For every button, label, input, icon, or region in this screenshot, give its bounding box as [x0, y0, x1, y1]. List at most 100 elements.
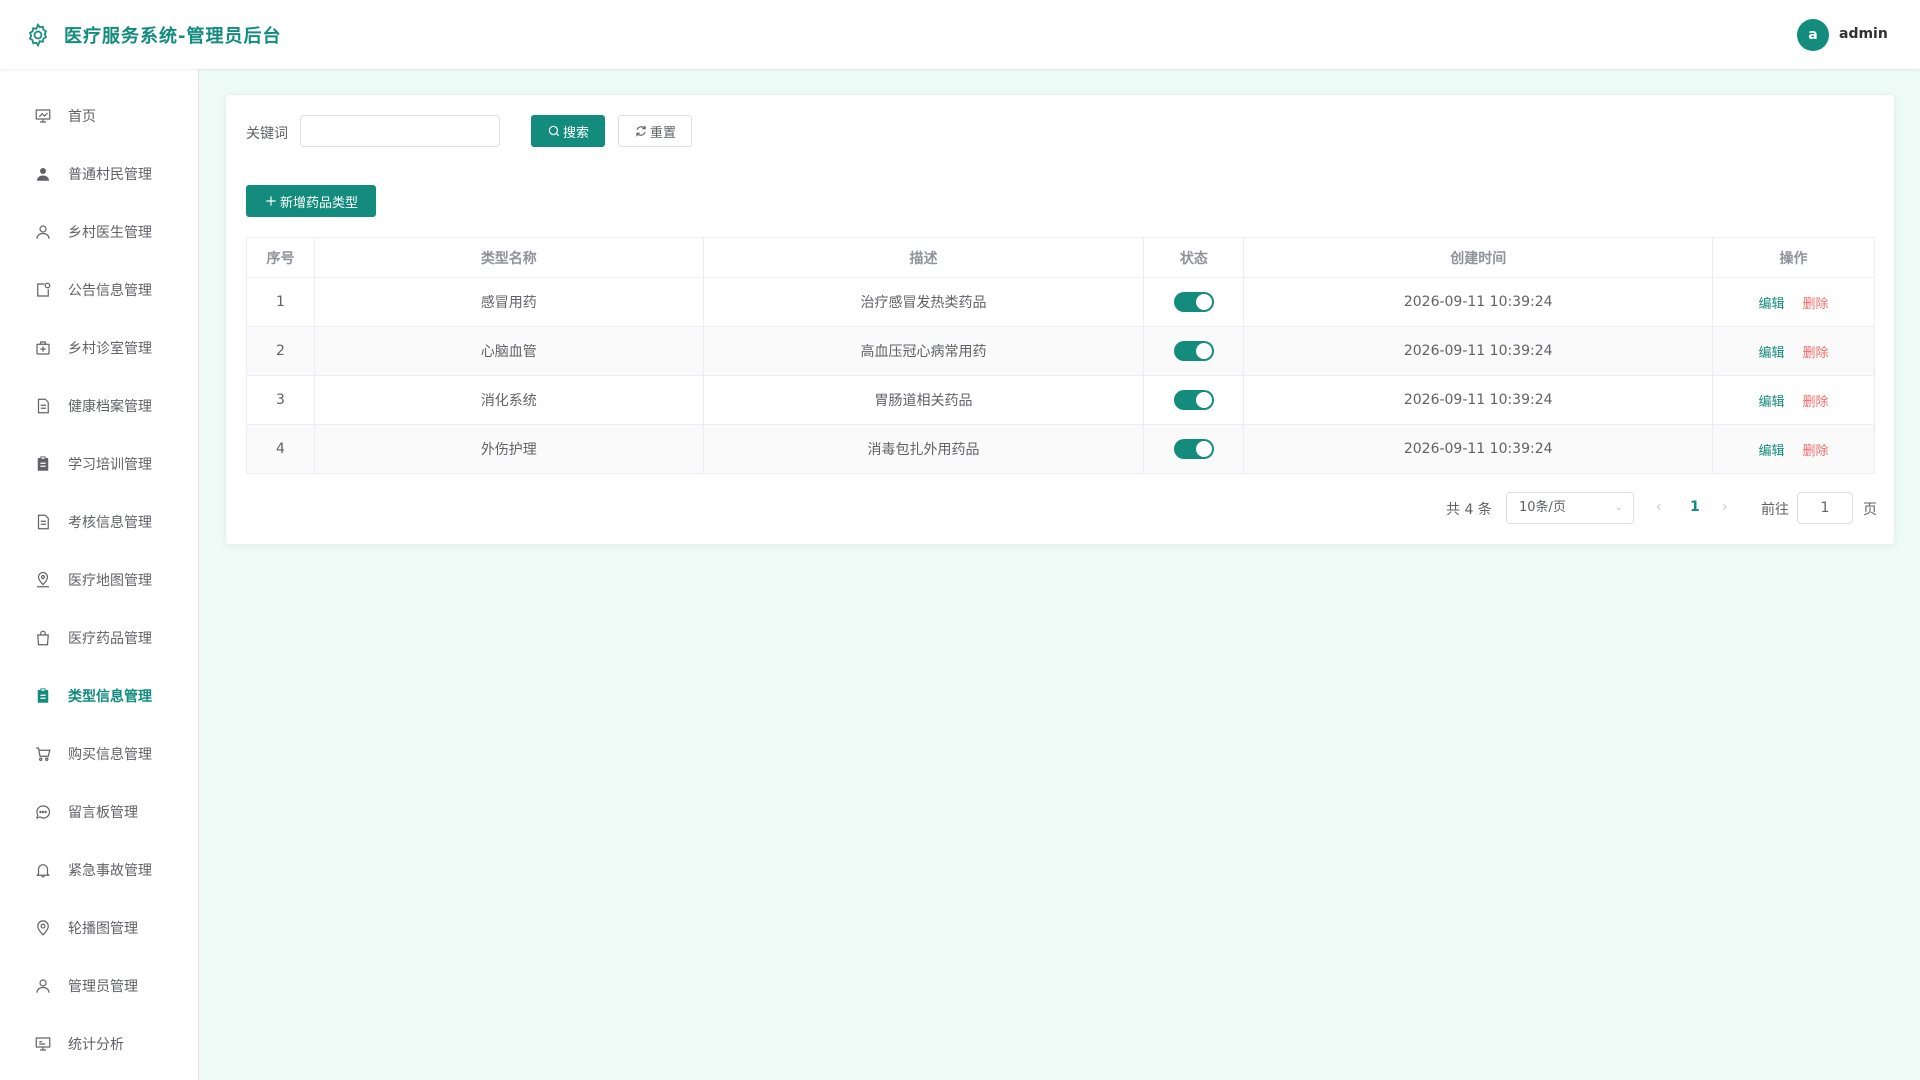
sidebar-item-purchases[interactable]: 购买信息管理 [0, 732, 199, 776]
delete-link[interactable]: 删除 [1803, 346, 1829, 361]
sidebar-item-medical-map[interactable]: 医疗地图管理 [0, 558, 199, 602]
column-header-created: 创建时间 [1243, 237, 1714, 278]
sidebar-item-clinics[interactable]: 乡村诊室管理 [0, 326, 199, 370]
document-icon [37, 514, 49, 530]
sidebar-item-carousel[interactable]: 轮播图管理 [0, 906, 199, 950]
status-toggle[interactable] [1173, 292, 1214, 312]
sidebar-item-label: 轮播图管理 [68, 921, 138, 937]
cell-description: 消毒包扎外用药品 [702, 424, 1145, 474]
sidebar-item-label: 类型信息管理 [68, 689, 152, 705]
sidebar-item-types[interactable]: 类型信息管理 [0, 674, 199, 718]
cell-created: 2026-09-11 10:39:24 [1243, 375, 1714, 425]
sidebar-item-assessment[interactable]: 考核信息管理 [0, 500, 199, 544]
sidebar-item-label: 乡村医生管理 [68, 225, 152, 241]
sidebar-item-label: 普通村民管理 [68, 167, 152, 183]
sidebar-item-label: 医疗地图管理 [68, 573, 152, 589]
next-page-icon[interactable]: › [1722, 499, 1728, 515]
sidebar-item-emergency[interactable]: 紧急事故管理 [0, 848, 199, 892]
delete-link[interactable]: 删除 [1803, 395, 1829, 410]
status-toggle[interactable] [1173, 439, 1214, 459]
keyword-label: 关键词 [246, 126, 288, 142]
reset-button-label: 重置 [649, 125, 676, 141]
add-medicine-type-button[interactable]: 新增药品类型 [246, 185, 376, 217]
chevron-down-icon: ⌄ [1614, 502, 1623, 513]
add-button-label: 新增药品类型 [279, 195, 358, 211]
delete-link[interactable]: 删除 [1803, 297, 1829, 312]
notice-icon [37, 282, 51, 297]
goto-page-input[interactable] [1797, 492, 1853, 524]
sidebar-item-training[interactable]: 学习培训管理 [0, 442, 199, 486]
cell-actions: 编辑 删除 [1712, 277, 1875, 327]
data-board-icon [35, 1037, 51, 1051]
plus-icon [266, 196, 276, 206]
bell-icon [36, 864, 50, 878]
sidebar-item-home[interactable]: 首页 [0, 94, 199, 138]
cell-index: 1 [246, 277, 315, 327]
sidebar-item-messages[interactable]: 留言板管理 [0, 790, 199, 834]
edit-link[interactable]: 编辑 [1759, 395, 1785, 410]
search-button-label: 搜索 [562, 125, 589, 141]
cell-description: 治疗感冒发热类药品 [702, 277, 1145, 327]
status-toggle[interactable] [1173, 341, 1214, 361]
user-icon [36, 979, 50, 993]
gear-icon [28, 22, 48, 48]
sidebar-item-statistics[interactable]: 统计分析 [0, 1022, 199, 1066]
content-card: 关键词 搜索 重置 新增药品类型 序号 类型名称 描述 状态 创建时间 操作 1… [225, 94, 1895, 545]
sidebar-item-label: 购买信息管理 [68, 747, 152, 763]
cell-status [1143, 277, 1245, 327]
column-header-description: 描述 [702, 237, 1145, 278]
sidebar-item-label: 统计分析 [68, 1037, 124, 1053]
dashboard-icon [35, 109, 51, 123]
sidebar-item-admins[interactable]: 管理员管理 [0, 964, 199, 1008]
column-header-name: 类型名称 [313, 237, 704, 278]
page-size-value: 10条/页 [1519, 500, 1566, 515]
table-header-row: 序号 类型名称 描述 状态 创建时间 操作 [246, 237, 1875, 278]
cell-name: 消化系统 [313, 375, 704, 425]
cell-created: 2026-09-11 10:39:24 [1243, 326, 1714, 376]
column-header-index: 序号 [246, 237, 315, 278]
prev-page-icon[interactable]: ‹ [1656, 499, 1662, 515]
clipboard-icon [37, 456, 49, 471]
status-toggle[interactable] [1173, 390, 1214, 410]
page-suffix-label: 页 [1863, 502, 1877, 518]
edit-link[interactable]: 编辑 [1759, 346, 1785, 361]
cell-actions: 编辑 删除 [1712, 326, 1875, 376]
sidebar-item-label: 管理员管理 [68, 979, 138, 995]
username[interactable]: admin [1839, 26, 1888, 42]
cell-description: 胃肠道相关药品 [702, 375, 1145, 425]
sidebar-item-label: 首页 [68, 109, 96, 125]
keyword-input[interactable] [300, 115, 500, 147]
edit-link[interactable]: 编辑 [1759, 297, 1785, 312]
column-header-status: 状态 [1143, 237, 1245, 278]
search-button[interactable]: 搜索 [531, 115, 605, 147]
cell-status [1143, 326, 1245, 376]
sidebar-item-villagers[interactable]: 普通村民管理 [0, 152, 199, 196]
sidebar-item-doctors[interactable]: 乡村医生管理 [0, 210, 199, 254]
column-header-actions: 操作 [1712, 237, 1875, 278]
sidebar-item-notices[interactable]: 公告信息管理 [0, 268, 199, 312]
cell-status [1143, 375, 1245, 425]
table-row: 4 外伤护理 消毒包扎外用药品 2026-09-11 10:39:24 编辑 删除 [246, 424, 1875, 474]
user-filled-icon [37, 168, 49, 181]
cell-name: 心脑血管 [313, 326, 704, 376]
sidebar-item-label: 考核信息管理 [68, 515, 152, 531]
document-icon [37, 398, 49, 414]
cell-name: 外伤护理 [313, 424, 704, 474]
sidebar-item-medicines[interactable]: 医疗药品管理 [0, 616, 199, 660]
sidebar-item-label: 紧急事故管理 [68, 863, 152, 879]
pagination-total: 共 4 条 [1446, 502, 1492, 518]
page-size-select[interactable]: 10条/页 ⌄ [1506, 492, 1634, 524]
shopping-cart-icon [36, 747, 51, 761]
edit-link[interactable]: 编辑 [1759, 444, 1785, 459]
reset-button[interactable]: 重置 [618, 115, 692, 147]
avatar[interactable]: a [1797, 19, 1829, 51]
location-icon [37, 920, 49, 936]
delete-link[interactable]: 删除 [1803, 444, 1829, 459]
top-header: 医疗服务系统-管理员后台 a admin [0, 0, 1920, 69]
sidebar: 首页 普通村民管理 乡村医生管理 公告信息管理 乡村诊室管理 健康档案管理 学习… [0, 69, 199, 1080]
table-row: 1 感冒用药 治疗感冒发热类药品 2026-09-11 10:39:24 编辑 删… [246, 277, 1875, 327]
sidebar-item-health-records[interactable]: 健康档案管理 [0, 384, 199, 428]
cell-status [1143, 424, 1245, 474]
page-number-current[interactable]: 1 [1690, 499, 1700, 515]
cell-description: 高血压冠心病常用药 [702, 326, 1145, 376]
